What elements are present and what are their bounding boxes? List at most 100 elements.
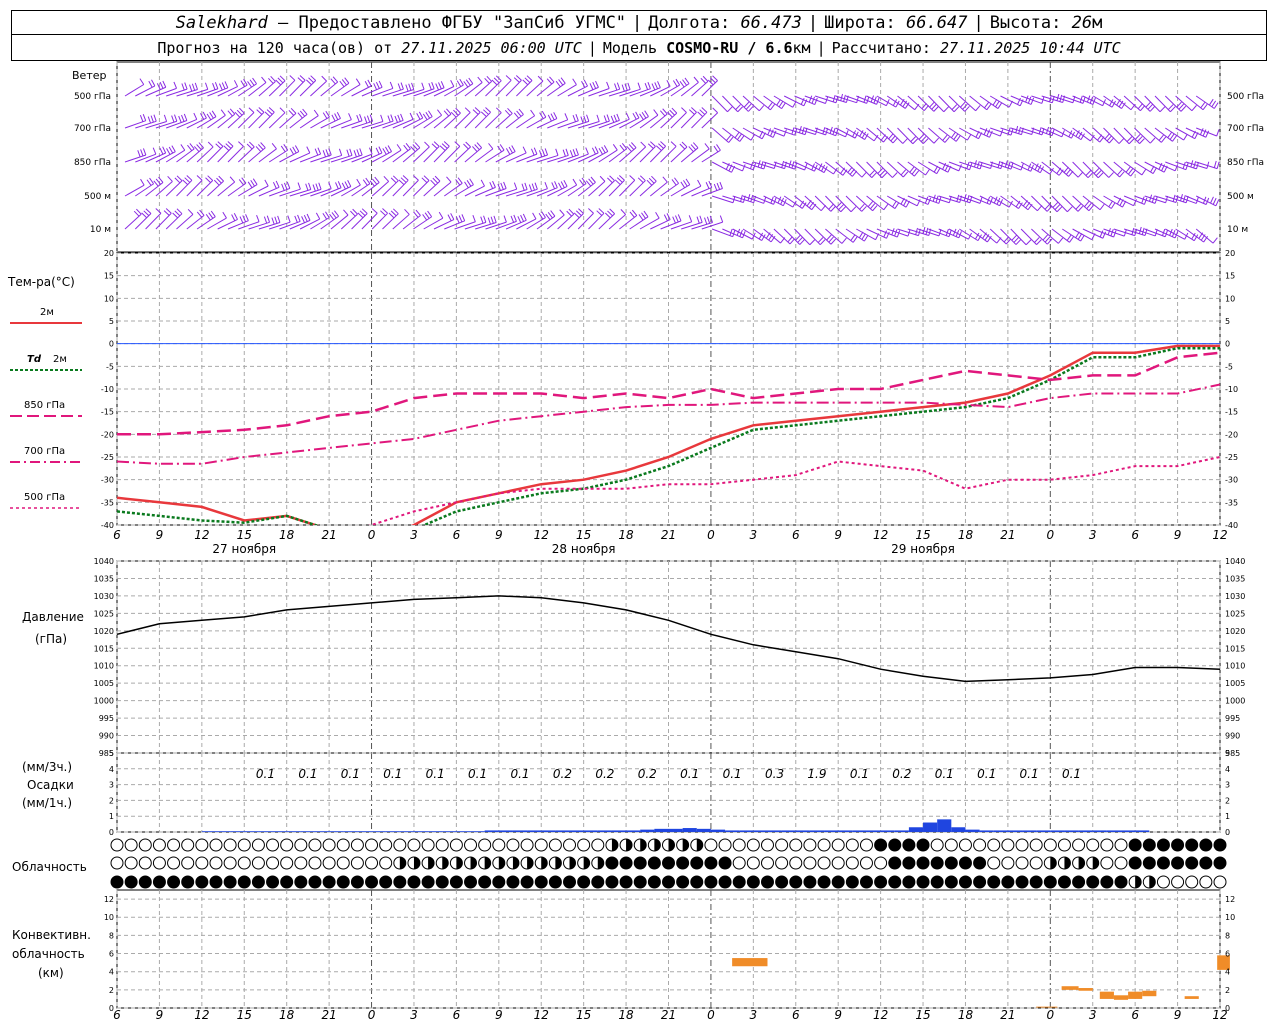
wind-feather xyxy=(646,179,653,186)
wind-feather xyxy=(225,143,232,149)
wind-barb xyxy=(547,119,568,129)
cloud-symbol xyxy=(520,838,534,852)
cloud-symbol xyxy=(1185,875,1199,889)
wind-feather xyxy=(299,110,306,117)
precip-3h-label: 0.1 xyxy=(426,767,445,781)
temp-ytick-left: -35 xyxy=(101,498,114,507)
cloud-symbol xyxy=(789,875,803,889)
conv-bar xyxy=(1099,991,1114,999)
conv-bar xyxy=(1128,991,1143,999)
wind-feather xyxy=(566,210,572,217)
wind-feather xyxy=(246,143,253,150)
pressure-ytick-right: 1015 xyxy=(1225,644,1245,653)
wind-feather xyxy=(1052,202,1059,208)
wind-title: Ветер xyxy=(72,69,106,82)
wind-feather xyxy=(925,168,930,176)
wind-feather xyxy=(457,177,463,184)
wind-feather xyxy=(589,83,594,90)
wind-feather xyxy=(341,182,346,190)
cloud-symbol xyxy=(987,838,1001,852)
cloud-symbol xyxy=(237,875,251,889)
wind-feather xyxy=(227,141,234,147)
precip-bar xyxy=(1050,830,1065,832)
bottom-hour-tick: 6 xyxy=(453,1008,461,1022)
temp-hour-tick: 6 xyxy=(792,528,800,542)
wind-feather xyxy=(361,208,368,214)
wind-feather xyxy=(409,112,414,120)
wind-feather xyxy=(1158,134,1164,141)
wind-feather xyxy=(641,212,646,219)
temp-ytick-left: -15 xyxy=(101,408,114,417)
precip-3h-label: 0.2 xyxy=(595,767,614,781)
wind-feather xyxy=(558,79,564,86)
cloud-symbol-half xyxy=(1078,857,1085,869)
cloud-symbol xyxy=(859,875,873,889)
wind-feather xyxy=(369,180,375,187)
wind-feather xyxy=(405,143,411,150)
wind-feather xyxy=(476,142,483,149)
wind-feather xyxy=(1139,138,1145,145)
wind-feather xyxy=(248,141,255,148)
wind-feather xyxy=(681,107,687,113)
wind-feather xyxy=(275,79,282,86)
wind-feather xyxy=(268,107,275,113)
conv-ytick-right: 2 xyxy=(1225,986,1230,995)
pressure-ytick-left: 1010 xyxy=(94,662,114,671)
precip-bar xyxy=(456,831,471,832)
wind-feather xyxy=(1172,135,1177,142)
wind-feather xyxy=(359,148,363,156)
cloud-symbol xyxy=(435,875,449,889)
wind-feather xyxy=(174,210,181,217)
wind-feather xyxy=(465,79,471,86)
precip-3h-label: 0.1 xyxy=(723,767,742,781)
wind-feather xyxy=(986,103,992,111)
precip-ytick-left: 2 xyxy=(109,796,114,805)
wind-feather xyxy=(675,215,679,223)
wind-feather xyxy=(688,215,693,222)
temp-series-td2m xyxy=(117,346,1220,525)
temp-legend: 2м Td 2м 850 гПа 700 гПа 500 гПа xyxy=(10,307,82,509)
wind-barb xyxy=(711,195,734,204)
cloud-symbol xyxy=(294,875,308,889)
wind-feather xyxy=(1066,234,1072,241)
wind-feather xyxy=(909,166,915,173)
wind-feather xyxy=(671,107,678,114)
legend-700-label: 700 гПа xyxy=(24,446,65,457)
wind-feather xyxy=(1099,203,1105,211)
wind-feather xyxy=(308,77,314,83)
precip-bar xyxy=(1007,830,1023,832)
wind-feather xyxy=(364,80,369,88)
temp-ytick-left: -20 xyxy=(101,430,114,439)
wind-feather xyxy=(288,109,295,116)
wind-feather xyxy=(431,82,435,89)
wind-feather xyxy=(604,212,611,219)
date-label: 28 ноября xyxy=(552,542,616,556)
wind-feather xyxy=(612,144,618,151)
precip-bar xyxy=(753,830,768,832)
bottom-hour-tick: 21 xyxy=(1000,1008,1015,1022)
conv-bar xyxy=(732,958,768,967)
wind-feather xyxy=(469,178,474,185)
wind-level-right: 700 гПа xyxy=(1227,124,1264,134)
wind-feather xyxy=(716,144,721,151)
wind-feather xyxy=(629,175,636,181)
wind-feather xyxy=(537,75,544,82)
wind-feather xyxy=(955,135,961,142)
wind-level-left: 500 м xyxy=(84,192,111,202)
wind-level-right: 10 м xyxy=(1227,225,1248,235)
wind-feather xyxy=(373,83,378,90)
wind-feather xyxy=(966,133,972,141)
cloud-symbol xyxy=(266,856,280,870)
cloud-symbol xyxy=(591,838,605,852)
precip-ytick-left: 4 xyxy=(109,765,114,774)
precip-bar xyxy=(951,827,966,832)
wind-feather xyxy=(202,111,207,119)
bottom-hour-tick: 3 xyxy=(410,1008,418,1022)
wind-feather xyxy=(302,108,308,115)
wind-feather xyxy=(1030,97,1035,105)
wind-feather xyxy=(428,110,433,117)
cloud-symbol xyxy=(181,875,195,889)
wind-barb xyxy=(423,114,442,129)
precip-bar xyxy=(767,830,782,832)
wind-feather xyxy=(560,181,565,188)
